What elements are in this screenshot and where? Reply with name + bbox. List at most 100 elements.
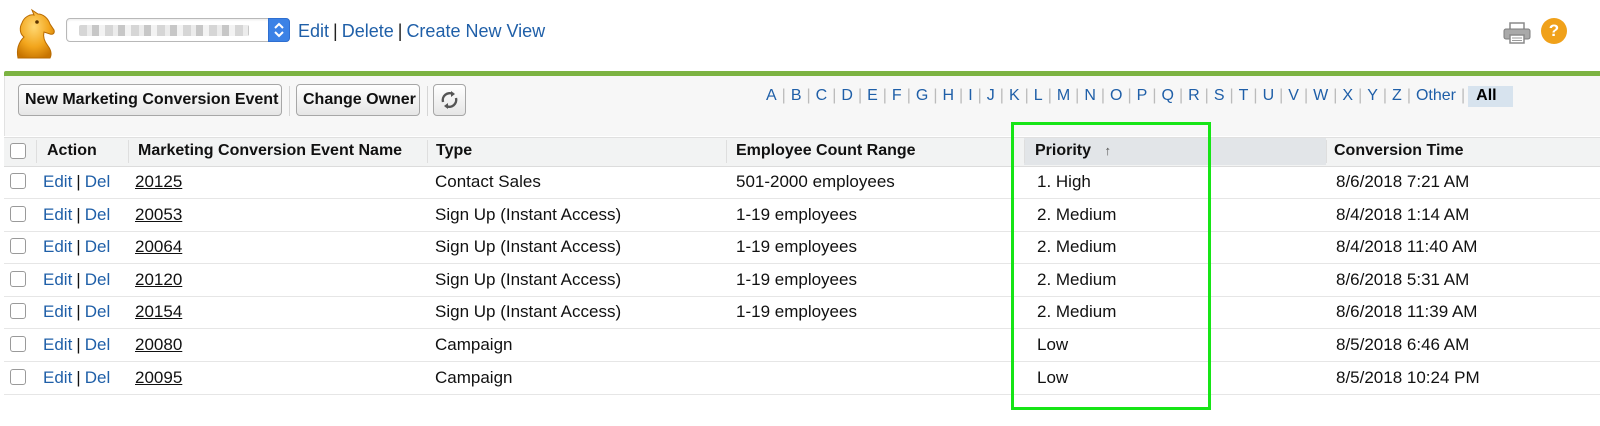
- row-checkbox[interactable]: [10, 206, 26, 222]
- new-marketing-conversion-event-button[interactable]: New Marketing Conversion Event: [18, 84, 282, 116]
- row-checkbox[interactable]: [10, 173, 26, 189]
- delete-row-link[interactable]: Del: [85, 368, 111, 387]
- alpha-filter-l[interactable]: L: [1034, 87, 1043, 104]
- delete-row-link[interactable]: Del: [85, 270, 111, 289]
- separator: |: [1047, 87, 1052, 104]
- alpha-filter-c[interactable]: C: [816, 87, 828, 104]
- event-name-link[interactable]: 20120: [135, 270, 182, 289]
- alpha-filter-all[interactable]: All: [1468, 86, 1513, 107]
- alpha-filter-u[interactable]: U: [1263, 87, 1275, 104]
- separator: |: [1178, 87, 1184, 104]
- alpha-filter-f[interactable]: F: [892, 87, 902, 104]
- edit-row-link[interactable]: Edit: [43, 368, 72, 387]
- edit-row-link[interactable]: Edit: [43, 302, 72, 321]
- list-view-select[interactable]: [66, 18, 290, 42]
- alpha-filter-p[interactable]: P: [1137, 87, 1148, 104]
- column-header-employee-count-range[interactable]: Employee Count Range: [736, 137, 916, 165]
- edit-row-link[interactable]: Edit: [43, 270, 72, 289]
- edit-view-link[interactable]: Edit: [298, 21, 329, 41]
- conversion-time-cell: 8/4/2018 1:14 AM: [1336, 205, 1470, 224]
- column-header-type[interactable]: Type: [436, 137, 472, 165]
- alpha-filter-y[interactable]: Y: [1367, 87, 1378, 104]
- separator: |: [832, 87, 837, 104]
- event-name-cell: 20120: [135, 264, 182, 296]
- alpha-filter-t[interactable]: T: [1239, 87, 1249, 104]
- conversion-time-cell: 8/6/2018 5:31 AM: [1336, 270, 1470, 289]
- event-name-link[interactable]: 20053: [135, 205, 182, 224]
- row-checkbox[interactable]: [10, 369, 26, 385]
- alpha-filter-e[interactable]: E: [867, 87, 878, 104]
- separator: |: [1253, 87, 1258, 104]
- event-name-link[interactable]: 20095: [135, 368, 182, 387]
- refresh-button[interactable]: [433, 84, 466, 116]
- separator: |: [933, 87, 938, 104]
- alpha-filter-q[interactable]: Q: [1161, 87, 1173, 104]
- separator: |: [977, 87, 982, 104]
- event-name-link[interactable]: 20080: [135, 335, 182, 354]
- column-header-action: Action: [47, 142, 97, 159]
- alpha-filter-j[interactable]: J: [987, 87, 995, 104]
- app-logo-icon[interactable]: [10, 8, 58, 62]
- alpha-filter-b[interactable]: B: [791, 87, 802, 104]
- conversion-time-cell: 8/4/2018 11:40 AM: [1336, 237, 1478, 256]
- alpha-filter-v[interactable]: V: [1288, 87, 1299, 104]
- alpha-filter-n[interactable]: N: [1084, 87, 1096, 104]
- table-row: Edit | Del 20120 Sign Up (Instant Access) 1-1…: [4, 264, 1600, 297]
- row-checkbox[interactable]: [10, 238, 26, 254]
- select-arrows-icon: [268, 18, 290, 42]
- print-icon[interactable]: [1503, 22, 1531, 44]
- alpha-filter-d[interactable]: D: [841, 87, 853, 104]
- table-row: Edit | Del 20064 Sign Up (Instant Access) 1-1…: [4, 231, 1600, 264]
- alphabet-filter: A | B | C | D | E | F | G | H | I | J | K | L | M | N | O | P | Q | R | S | T |…: [766, 86, 1513, 107]
- alpha-filter-g[interactable]: G: [916, 87, 928, 104]
- edit-row-link[interactable]: Edit: [43, 335, 72, 354]
- column-header-conversion-time[interactable]: Conversion Time: [1334, 137, 1464, 165]
- separator: |: [76, 368, 81, 387]
- select-all-checkbox[interactable]: [10, 143, 26, 159]
- separator: |: [1204, 87, 1209, 104]
- delete-row-link[interactable]: Del: [85, 172, 111, 191]
- alpha-filter-x[interactable]: X: [1342, 87, 1353, 104]
- edit-row-link[interactable]: Edit: [43, 237, 72, 256]
- alpha-filter-a[interactable]: A: [766, 87, 777, 104]
- alpha-filter-s[interactable]: S: [1214, 87, 1225, 104]
- column-header-name[interactable]: Marketing Conversion Event Name: [138, 137, 402, 165]
- alpha-filter-o[interactable]: O: [1110, 87, 1122, 104]
- row-checkbox[interactable]: [10, 303, 26, 319]
- employee-count-range-cell: 501-2000 employees: [736, 172, 895, 191]
- delete-row-link[interactable]: Del: [85, 335, 111, 354]
- alpha-filter-k[interactable]: K: [1009, 87, 1020, 104]
- type-cell: Campaign: [435, 335, 513, 354]
- change-owner-button[interactable]: Change Owner: [296, 84, 420, 116]
- edit-row-link[interactable]: Edit: [43, 205, 72, 224]
- separator: |: [1024, 87, 1029, 104]
- create-new-view-link[interactable]: Create New View: [406, 21, 545, 41]
- row-actions: Edit | Del: [43, 329, 110, 361]
- priority-column-highlight-box: [1011, 122, 1211, 410]
- delete-row-link[interactable]: Del: [85, 237, 111, 256]
- event-name-link[interactable]: 20064: [135, 237, 182, 256]
- delete-row-link[interactable]: Del: [85, 302, 111, 321]
- separator: |: [76, 237, 81, 256]
- delete-row-link[interactable]: Del: [85, 205, 111, 224]
- table-row: Edit | Del 20080 Campaign Low 8/5/2018 6:46 AM: [4, 329, 1600, 362]
- separator: |: [1152, 87, 1157, 104]
- alpha-filter-other[interactable]: Other: [1416, 87, 1456, 104]
- table-row: Edit | Del 20053 Sign Up (Instant Access) 1-1…: [4, 199, 1600, 232]
- alpha-filter-i[interactable]: I: [968, 87, 972, 104]
- alpha-filter-z[interactable]: Z: [1392, 87, 1402, 104]
- table-row: Edit | Del 20154 Sign Up (Instant Access) 1-1…: [4, 296, 1600, 329]
- alpha-filter-r[interactable]: R: [1188, 87, 1200, 104]
- alpha-filter-h[interactable]: H: [942, 87, 954, 104]
- row-checkbox[interactable]: [10, 336, 26, 352]
- help-icon[interactable]: ?: [1541, 18, 1567, 44]
- event-name-link[interactable]: 20125: [135, 172, 182, 191]
- employee-count-range-cell: 1-19 employees: [736, 302, 857, 321]
- alpha-filter-m[interactable]: M: [1057, 87, 1070, 104]
- delete-view-link[interactable]: Delete: [342, 21, 394, 41]
- separator: |: [857, 87, 863, 104]
- alpha-filter-w[interactable]: W: [1313, 87, 1328, 104]
- event-name-link[interactable]: 20154: [135, 302, 182, 321]
- edit-row-link[interactable]: Edit: [43, 172, 72, 191]
- row-checkbox[interactable]: [10, 271, 26, 287]
